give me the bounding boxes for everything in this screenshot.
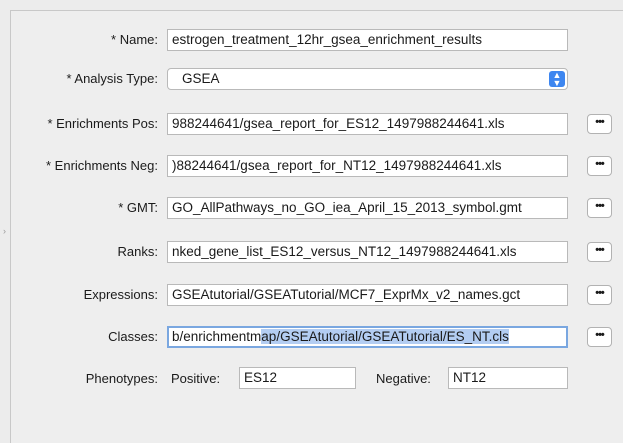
classes-label: Classes: bbox=[108, 329, 158, 344]
enrichments-pos-label: * Enrichments Pos: bbox=[47, 116, 158, 131]
gmt-label: * GMT: bbox=[118, 200, 158, 215]
ellipsis-icon: ••• bbox=[595, 244, 605, 256]
name-label: * Name: bbox=[111, 32, 158, 47]
positive-phenotype-value: ES12 bbox=[244, 370, 278, 385]
gmt-field[interactable]: GO_AllPathways_no_GO_iea_April_15_2013_s… bbox=[167, 197, 568, 219]
classes-field[interactable]: b/enrichmentmap/GSEAtutorial/GSEATutoria… bbox=[167, 326, 568, 348]
enrichments-neg-label: * Enrichments Neg: bbox=[46, 158, 158, 173]
classes-value: b/enrichmentm bbox=[172, 329, 262, 344]
enrichments-neg-field[interactable]: )88244641/gsea_report_for_NT12_149798824… bbox=[167, 155, 568, 177]
expressions-value: GSEAtutorial/GSEATutorial/MCF7_ExprMx_v2… bbox=[172, 287, 521, 302]
name-field[interactable]: estrogen_treatment_12hr_gsea_enrichment_… bbox=[167, 29, 568, 51]
negative-phenotype-field[interactable]: NT12 bbox=[448, 367, 568, 389]
ellipsis-icon: ••• bbox=[595, 200, 605, 212]
ranks-browse-button[interactable]: ••• bbox=[587, 242, 612, 262]
classes-browse-button[interactable]: ••• bbox=[587, 327, 612, 347]
ellipsis-icon: ••• bbox=[595, 158, 605, 170]
ranks-field[interactable]: nked_gene_list_ES12_versus_NT12_14979882… bbox=[167, 241, 568, 263]
ellipsis-icon: ••• bbox=[595, 287, 605, 299]
enrichments-pos-browse-button[interactable]: ••• bbox=[587, 114, 612, 134]
negative-label: Negative: bbox=[376, 371, 431, 386]
analysis-type-select[interactable]: GSEA ▲ ▼ bbox=[167, 68, 568, 90]
expressions-field[interactable]: GSEAtutorial/GSEATutorial/MCF7_ExprMx_v2… bbox=[167, 284, 568, 306]
splitter-grip-icon[interactable]: › bbox=[3, 226, 7, 236]
enrichments-pos-value: 988244641/gsea_report_for_ES12_149798824… bbox=[172, 116, 505, 131]
ranks-value: nked_gene_list_ES12_versus_NT12_14979882… bbox=[172, 244, 517, 259]
enrichments-neg-browse-button[interactable]: ••• bbox=[587, 156, 612, 176]
analysis-type-value: GSEA bbox=[182, 71, 220, 86]
name-value: estrogen_treatment_12hr_gsea_enrichment_… bbox=[172, 32, 482, 47]
gmt-browse-button[interactable]: ••• bbox=[587, 198, 612, 218]
classes-selected-text: ap/GSEAtutorial/GSEATutorial/ES_NT.cls bbox=[261, 329, 509, 344]
enrichments-neg-value: )88244641/gsea_report_for_NT12_149798824… bbox=[172, 158, 502, 173]
expressions-label: Expressions: bbox=[83, 287, 158, 302]
negative-phenotype-value: NT12 bbox=[453, 370, 487, 385]
ellipsis-icon: ••• bbox=[595, 116, 605, 128]
select-arrows-icon: ▲ ▼ bbox=[549, 71, 565, 88]
expressions-browse-button[interactable]: ••• bbox=[587, 285, 612, 305]
ranks-label: Ranks: bbox=[117, 244, 158, 259]
positive-phenotype-field[interactable]: ES12 bbox=[239, 367, 356, 389]
enrichments-pos-field[interactable]: 988244641/gsea_report_for_ES12_149798824… bbox=[167, 113, 568, 135]
analysis-type-label: * Analysis Type: bbox=[66, 71, 158, 86]
phenotypes-label: Phenotypes: bbox=[85, 371, 158, 386]
gmt-value: GO_AllPathways_no_GO_iea_April_15_2013_s… bbox=[172, 200, 522, 215]
positive-label: Positive: bbox=[171, 371, 221, 386]
ellipsis-icon: ••• bbox=[595, 329, 605, 341]
